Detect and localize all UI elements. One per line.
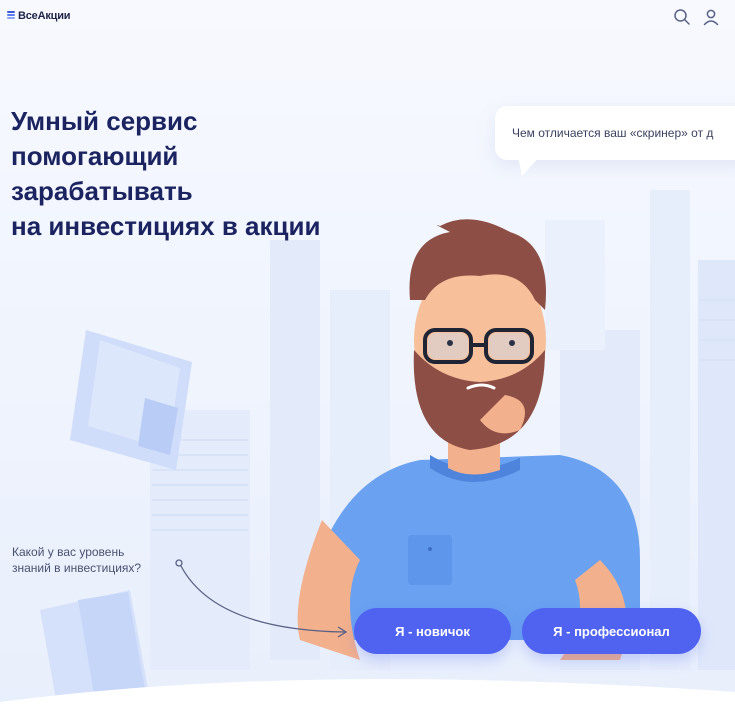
speech-bubble: Чем отличается ваш «скринер» от д — [495, 106, 735, 160]
site-header: ВсеАкции — [0, 0, 735, 36]
novice-button[interactable]: Я - новичок — [354, 608, 511, 654]
speech-bubble-tail — [518, 156, 540, 176]
speech-bubble-text: Чем отличается ваш «скринер» от д — [512, 126, 714, 140]
search-icon[interactable] — [673, 8, 691, 26]
headline-line: на инвестициях в акции — [11, 211, 321, 241]
bottom-wave — [0, 679, 735, 722]
floating-document — [70, 330, 192, 470]
logo-icon — [7, 11, 15, 21]
knowledge-question: Какой у вас уровень знаний в инвестициях… — [12, 545, 142, 575]
user-icon[interactable] — [702, 8, 720, 26]
logo-text: ВсеАкции — [18, 10, 71, 22]
site-logo[interactable]: ВсеАкции — [7, 10, 71, 22]
headline-line: Умный сервис — [11, 106, 198, 136]
professional-button[interactable]: Я - профессионал — [522, 608, 701, 654]
headline-line: помогающий — [11, 141, 179, 171]
headline-line: зарабатывать — [11, 176, 193, 206]
hero-headline: Умный сервис помогающий зарабатывать на … — [11, 104, 371, 244]
